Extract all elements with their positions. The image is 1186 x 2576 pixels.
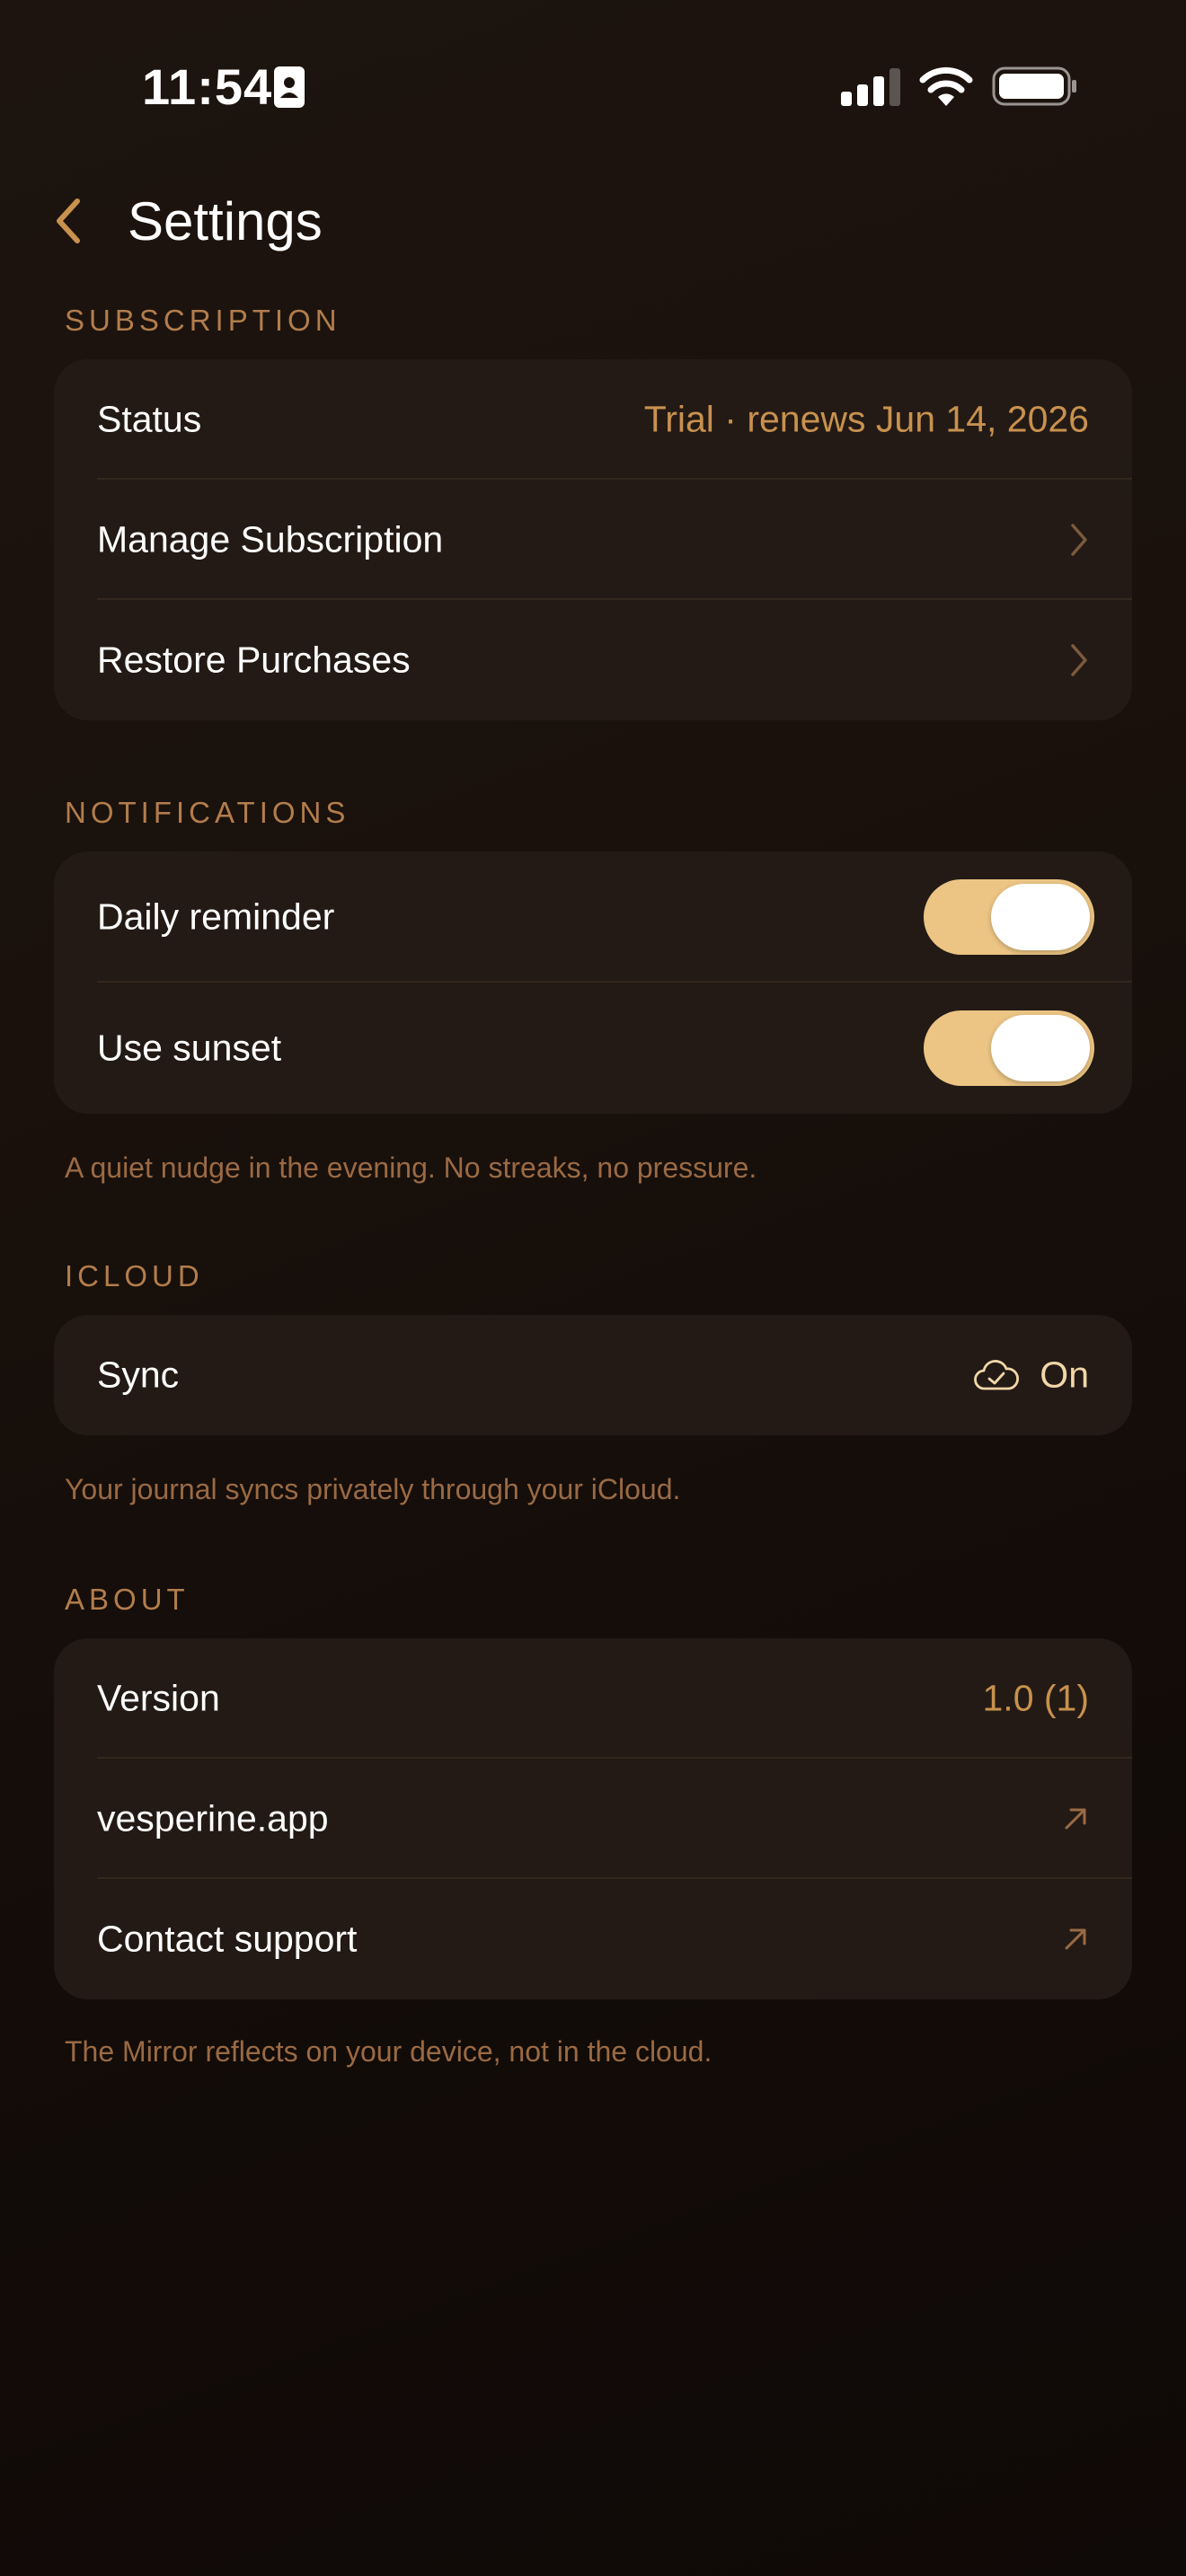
daily-reminder-label: Daily reminder	[97, 895, 335, 938]
use-sunset-row: Use sunset	[54, 983, 1132, 1114]
status-bar: 11:54	[0, 0, 1186, 171]
version-label: Version	[97, 1677, 220, 1719]
use-sunset-toggle[interactable]	[924, 1010, 1094, 1086]
section-header-subscription: SUBSCRIPTION	[65, 304, 341, 337]
chevron-right-icon	[1071, 644, 1087, 676]
restore-purchases-row[interactable]: Restore Purchases	[54, 600, 1132, 720]
arrow-up-right-icon	[1065, 1808, 1086, 1830]
daily-reminder-row: Daily reminder	[54, 851, 1132, 983]
version-value: 1.0 (1)	[982, 1677, 1090, 1719]
notifications-card: Daily reminder Use sunset	[54, 851, 1132, 1114]
id-card-icon	[274, 66, 305, 108]
restore-purchases-label: Restore Purchases	[97, 639, 411, 681]
sync-value: On	[1040, 1354, 1089, 1396]
manage-subscription-label: Manage Subscription	[97, 518, 444, 560]
section-header-notifications: NOTIFICATIONS	[65, 796, 350, 829]
icloud-card: Sync On	[54, 1315, 1132, 1435]
cellular-signal-icon	[841, 68, 900, 106]
contact-support-row[interactable]: Contact support	[54, 1879, 1132, 1999]
cloud-check-icon	[974, 1360, 1019, 1390]
website-row[interactable]: vesperine.app	[54, 1759, 1132, 1879]
toggle-knob	[991, 1015, 1090, 1081]
website-label: vesperine.app	[97, 1797, 329, 1839]
status-value: Trial · renews Jun 14, 2026	[643, 398, 1089, 440]
sync-row: Sync On	[54, 1315, 1132, 1435]
use-sunset-label: Use sunset	[97, 1027, 282, 1069]
section-header-about: ABOUT	[65, 1583, 190, 1616]
page-title: Settings	[128, 191, 323, 251]
daily-reminder-toggle[interactable]	[924, 879, 1094, 955]
wifi-icon	[919, 66, 973, 106]
manage-subscription-row[interactable]: Manage Subscription	[54, 480, 1132, 600]
chevron-left-icon[interactable]	[50, 196, 86, 246]
navigation-bar: Settings	[0, 180, 1186, 260]
toggle-knob	[991, 884, 1090, 950]
section-header-icloud: ICLOUD	[65, 1259, 204, 1292]
status-time: 11:54	[142, 58, 273, 115]
arrow-up-right-icon	[1065, 1928, 1086, 1950]
status-label: Status	[97, 398, 202, 440]
notifications-footnote: A quiet nudge in the evening. No streaks…	[65, 1151, 757, 1184]
about-card: Version 1.0 (1) vesperine.app Contact su…	[54, 1638, 1132, 1999]
subscription-status-row: Status Trial · renews Jun 14, 2026	[54, 359, 1132, 480]
version-row: Version 1.0 (1)	[54, 1638, 1132, 1759]
chevron-right-icon	[1071, 524, 1087, 556]
subscription-card: Status Trial · renews Jun 14, 2026 Manag…	[54, 359, 1132, 720]
battery-icon	[992, 66, 1076, 106]
about-footnote: The Mirror reflects on your device, not …	[65, 2035, 712, 2068]
icloud-footnote: Your journal syncs privately through you…	[65, 1473, 681, 1505]
sync-label: Sync	[97, 1354, 180, 1396]
contact-support-label: Contact support	[97, 1918, 358, 1960]
